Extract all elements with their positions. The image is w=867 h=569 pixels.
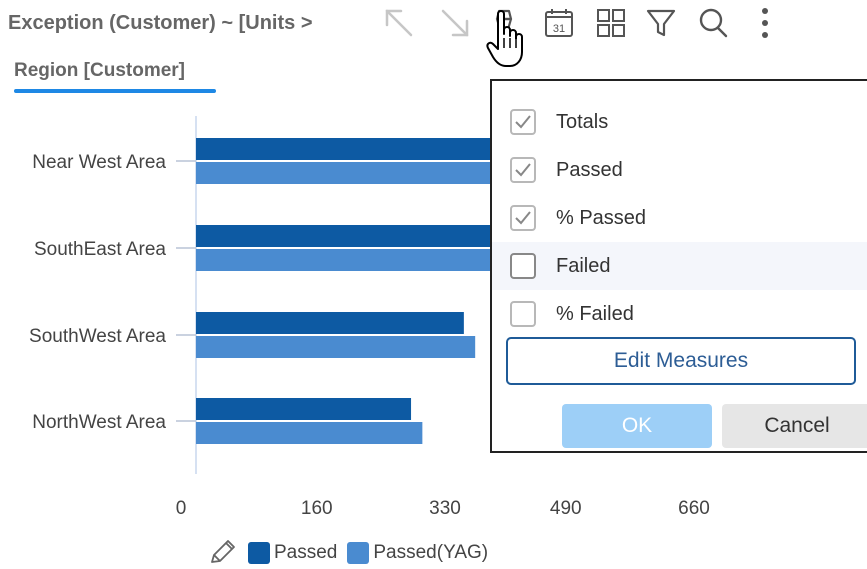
checkbox-failed[interactable]	[510, 253, 536, 279]
chart-title: Exception (Customer) ~ [Units >	[8, 12, 313, 34]
checkbox-passed[interactable]	[510, 157, 536, 183]
chart-legend: Passed Passed(YAG)	[206, 538, 498, 568]
legend-swatch-passed	[248, 542, 270, 564]
grid-icon[interactable]	[592, 4, 630, 42]
y-tick-label: SouthWest Area	[29, 326, 166, 347]
legend-label-passed-yag: Passed(YAG)	[373, 542, 489, 563]
highlighter-icon[interactable]	[488, 4, 526, 42]
y-tick-label: NorthWest Area	[32, 412, 166, 433]
svg-text:31: 31	[553, 23, 565, 35]
cancel-button[interactable]: Cancel	[722, 404, 867, 448]
checkmark-icon	[515, 163, 531, 177]
bar-passed-yag[interactable]	[196, 336, 476, 358]
x-tick-label: 160	[301, 498, 333, 519]
checkbox-percent-passed[interactable]	[510, 205, 536, 231]
legend-swatch-passed-yag	[347, 542, 370, 564]
x-tick-label: 330	[429, 498, 461, 519]
collapse-icon[interactable]	[436, 4, 474, 42]
checkmark-icon	[515, 115, 531, 129]
checkbox-totals[interactable]	[510, 109, 536, 135]
y-tick-label: Near West Area	[32, 152, 166, 173]
y-tick-label: SouthEast Area	[34, 239, 166, 260]
search-icon[interactable]	[694, 4, 732, 42]
x-tick-label: 490	[550, 498, 582, 519]
filter-icon[interactable]	[642, 4, 680, 42]
option-percent-passed[interactable]: % Passed	[492, 194, 867, 242]
tab-active-indicator	[14, 89, 216, 93]
legend-item-passed-yag[interactable]: Passed(YAG)	[347, 542, 488, 564]
measures-popup: Totals Passed % Passed Failed % Failed E…	[490, 79, 867, 453]
checkbox-percent-failed[interactable]	[510, 301, 536, 327]
more-vertical-icon[interactable]	[746, 4, 784, 42]
legend-item-passed[interactable]: Passed	[248, 542, 337, 564]
option-percent-failed[interactable]: % Failed	[492, 290, 867, 338]
option-failed[interactable]: Failed	[492, 242, 867, 290]
x-tick-label: 660	[678, 498, 710, 519]
x-tick-label: 0	[176, 498, 187, 519]
bar-passed[interactable]	[196, 312, 464, 334]
expand-icon[interactable]	[380, 4, 418, 42]
calendar-icon[interactable]: 31	[540, 4, 578, 42]
option-passed[interactable]: Passed	[492, 146, 867, 194]
option-label: Totals	[556, 110, 609, 133]
edit-measures-button[interactable]: Edit Measures	[506, 337, 856, 385]
bar-passed-yag[interactable]	[196, 422, 423, 444]
option-label: Failed	[556, 254, 611, 277]
option-label: % Passed	[556, 206, 647, 229]
option-label: % Failed	[556, 302, 634, 325]
tab-region-customer[interactable]: Region [Customer]	[14, 60, 185, 82]
legend-label-passed: Passed	[274, 542, 338, 563]
pencil-icon[interactable]	[206, 538, 238, 568]
option-totals[interactable]: Totals	[492, 98, 867, 146]
checkmark-icon	[515, 211, 531, 225]
bar-passed[interactable]	[196, 398, 412, 420]
ok-button[interactable]: OK	[562, 404, 712, 448]
option-label: Passed	[556, 158, 623, 181]
